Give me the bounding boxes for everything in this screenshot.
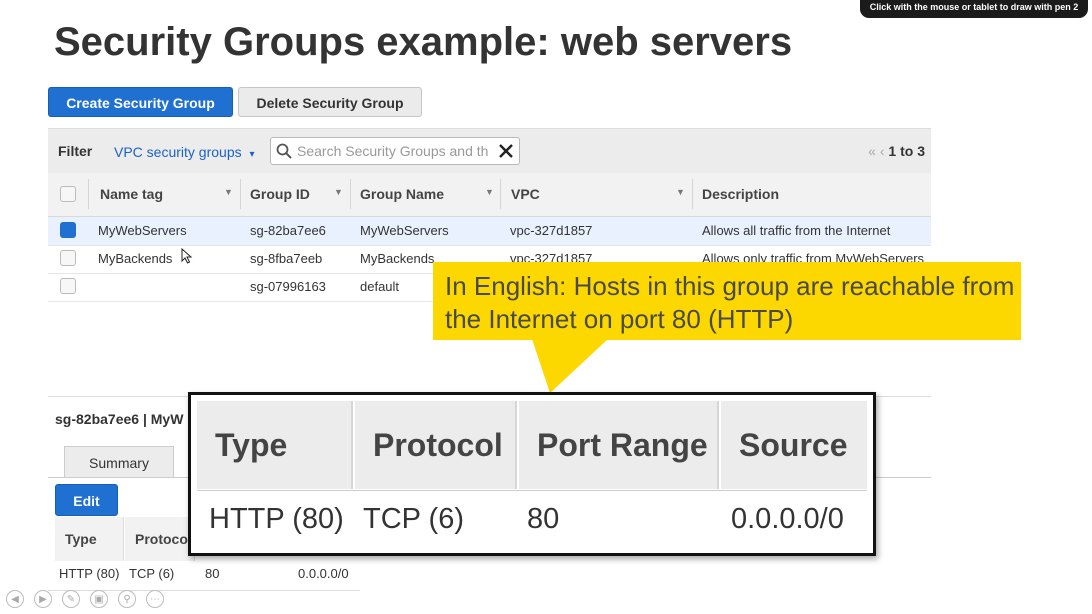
page-range: 1 to 3 [888, 143, 925, 159]
column-header-vpc[interactable]: VPC [511, 186, 540, 202]
chevron-down-icon: ▾ [249, 149, 255, 160]
column-divider [350, 179, 351, 209]
rule-source: 0.0.0.0/0 [298, 566, 349, 581]
rules-header-type: Type [55, 517, 124, 561]
column-header-group-name[interactable]: Group Name [360, 186, 444, 202]
table-header: Name tag ▼ Group ID ▼ Group Name ▼ VPC ▼… [48, 173, 931, 217]
zoom-icon[interactable]: ⚲ [118, 590, 136, 608]
select-all-checkbox[interactable] [60, 186, 76, 202]
zoom-header-protocol: Protocol [355, 401, 517, 489]
column-divider [240, 179, 241, 209]
search-input[interactable]: Search Security Groups and th [297, 143, 493, 159]
filter-bar: Filter VPC security groups ▾ Search Secu… [48, 128, 931, 174]
rules-header-protocol: Protocol [125, 517, 195, 561]
filter-dropdown[interactable]: VPC security groups ▾ [114, 144, 255, 160]
column-divider [88, 179, 89, 209]
zoom-value-type: HTTP (80) [209, 503, 344, 535]
cell-group-id: sg-82ba7ee6 [250, 223, 326, 238]
table-row[interactable]: MyWebServers sg-82ba7ee6 MyWebServers vp… [48, 217, 931, 246]
row-checkbox[interactable] [60, 250, 76, 266]
column-header-description[interactable]: Description [702, 186, 779, 202]
detail-title: sg-82ba7ee6 | MyW [55, 411, 184, 427]
filter-label: Filter [58, 143, 93, 159]
column-divider [692, 179, 693, 209]
pen-icon[interactable]: ✎ [62, 590, 80, 608]
cell-group-name: MyWebServers [360, 223, 449, 238]
more-options-icon[interactable]: ⋯ [146, 590, 164, 608]
search-icon [276, 143, 292, 159]
rule-type: HTTP (80) [59, 566, 120, 581]
callout-text: In English: Hosts in this group are reac… [445, 271, 1015, 334]
cell-name-tag: MyWebServers [98, 223, 187, 238]
next-slide-icon[interactable]: ▶ [34, 590, 52, 608]
search-box[interactable]: Search Security Groups and th [270, 137, 520, 165]
row-checkbox[interactable] [60, 278, 76, 294]
callout-box: In English: Hosts in this group are reac… [433, 262, 1021, 340]
cell-group-name: MyBackends [360, 251, 435, 266]
zoom-value-port-range: 80 [527, 503, 560, 535]
rule-port: 80 [205, 566, 220, 581]
zoom-header-port-range: Port Range [519, 401, 719, 489]
zoomed-rule-table: Type Protocol Port Range Source HTTP (80… [188, 392, 876, 556]
pagination: « ‹ 1 to 3 [868, 143, 925, 159]
slide: Click with the mouse or tablet to draw w… [0, 0, 1092, 614]
mouse-cursor-icon [181, 248, 193, 264]
sort-caret-icon[interactable]: ▼ [334, 187, 343, 197]
row-checkbox[interactable] [60, 222, 76, 238]
clear-search-icon[interactable] [499, 144, 513, 158]
zoom-divider [197, 490, 867, 491]
delete-security-group-button[interactable]: Delete Security Group [238, 87, 422, 117]
sort-caret-icon[interactable]: ▼ [485, 187, 494, 197]
cell-group-id: sg-8fba7eeb [250, 251, 323, 266]
zoom-header-source: Source [721, 401, 867, 489]
cell-group-id: sg-07996163 [250, 279, 326, 294]
callout-pointer [532, 339, 608, 393]
edit-button[interactable]: Edit [55, 484, 118, 516]
slides-icon[interactable]: ▣ [90, 590, 108, 608]
pen-tooltip: Click with the mouse or tablet to draw w… [860, 0, 1088, 18]
previous-slide-icon[interactable]: ◀ [6, 590, 24, 608]
cell-name-tag: MyBackends [98, 251, 173, 266]
create-security-group-button[interactable]: Create Security Group [48, 87, 233, 117]
cell-group-name: default [360, 279, 400, 294]
cell-vpc: vpc-327d1857 [510, 223, 593, 238]
sort-caret-icon[interactable]: ▼ [676, 187, 685, 197]
zoom-value-source: 0.0.0.0/0 [731, 503, 844, 535]
column-header-name-tag[interactable]: Name tag [100, 186, 163, 202]
cell-description: Allows all traffic from the Internet [702, 223, 891, 238]
sort-caret-icon[interactable]: ▼ [224, 187, 233, 197]
column-header-group-id[interactable]: Group ID [250, 186, 310, 202]
first-page-icon[interactable]: « [868, 143, 876, 159]
slide-title: Security Groups example: web servers [54, 20, 793, 64]
tab-summary[interactable]: Summary [64, 446, 174, 478]
prev-page-icon[interactable]: ‹ [880, 143, 885, 159]
zoom-header-type: Type [197, 401, 353, 489]
rule-protocol: TCP (6) [129, 566, 175, 581]
column-divider [500, 179, 501, 209]
zoom-value-protocol: TCP (6) [363, 503, 464, 535]
filter-dropdown-value: VPC security groups [114, 144, 242, 160]
